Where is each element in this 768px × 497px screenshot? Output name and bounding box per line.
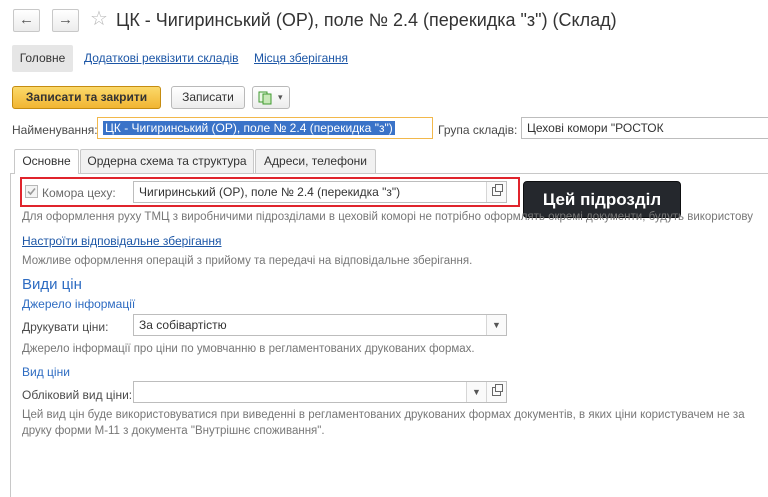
star-icon[interactable]: ☆	[90, 7, 108, 31]
chevron-down-icon: ▾	[278, 92, 283, 102]
forward-button[interactable]: →	[52, 9, 79, 32]
account-price-label: Обліковий вид ціни:	[22, 388, 133, 402]
save-and-close-button[interactable]: Записати та закрити	[12, 86, 161, 109]
more-actions-button[interactable]: ▾	[252, 86, 290, 109]
responsible-storage-link[interactable]: Настроїти відповідальне зберігання	[22, 234, 222, 248]
print-prices-value: За собівартістю	[139, 318, 227, 332]
workshop-hint: Для оформлення руху ТМЦ з виробничими пі…	[22, 211, 754, 223]
section-main[interactable]: Головне	[12, 45, 73, 72]
open-button[interactable]	[486, 382, 506, 402]
print-prices-select[interactable]: За собівартістю ▼	[133, 314, 507, 336]
tab-basic[interactable]: Основне	[14, 149, 79, 174]
group-label: Група складів:	[438, 123, 518, 137]
document-copy-icon	[258, 91, 272, 105]
section-extra-details-link[interactable]: Додаткові реквізити складів	[84, 51, 239, 65]
highlight-frame	[20, 177, 520, 207]
prices-heading: Види цін	[22, 276, 82, 293]
arrow-left-icon: ←	[19, 11, 34, 28]
name-field-value: ЦК - Чигиринський (ОР), поле № 2.4 (пере…	[103, 121, 395, 135]
open-form-icon	[492, 384, 503, 396]
print-prices-hint: Джерело інформації про ціни по умовчанню…	[22, 343, 475, 355]
price-type-heading: Вид ціни	[22, 365, 70, 379]
arrow-right-icon: →	[58, 11, 73, 28]
group-field[interactable]: Цехові комори "РОСТОК	[521, 117, 768, 139]
group-field-value: Цехові комори "РОСТОК	[527, 121, 664, 135]
page-title: ЦК - Чигиринський (ОР), поле № 2.4 (пере…	[116, 10, 617, 30]
name-label: Найменування:	[12, 123, 98, 137]
save-button[interactable]: Записати	[171, 86, 245, 109]
chevron-down-icon[interactable]: ▼	[466, 382, 486, 402]
back-button[interactable]: ←	[13, 9, 40, 32]
price-type-hint-2: друку форми М-11 з документа "Внутрішнє …	[22, 425, 325, 437]
responsible-hint: Можливе оформлення операцій з прийому та…	[22, 255, 473, 267]
chevron-down-icon[interactable]: ▼	[486, 315, 506, 335]
tab-addresses[interactable]: Адреси, телефони	[255, 149, 376, 173]
price-type-hint-1: Цей вид цін буде використовуватися при в…	[22, 409, 745, 421]
print-prices-label: Друкувати ціни:	[22, 320, 109, 334]
source-heading: Джерело інформації	[22, 297, 136, 311]
name-field[interactable]: ЦК - Чигиринський (ОР), поле № 2.4 (пере…	[97, 117, 433, 139]
account-price-select[interactable]: ▼	[133, 381, 507, 403]
tab-order-scheme[interactable]: Ордерна схема та структура	[80, 149, 254, 173]
section-storage-places-link[interactable]: Місця зберігання	[254, 51, 348, 65]
